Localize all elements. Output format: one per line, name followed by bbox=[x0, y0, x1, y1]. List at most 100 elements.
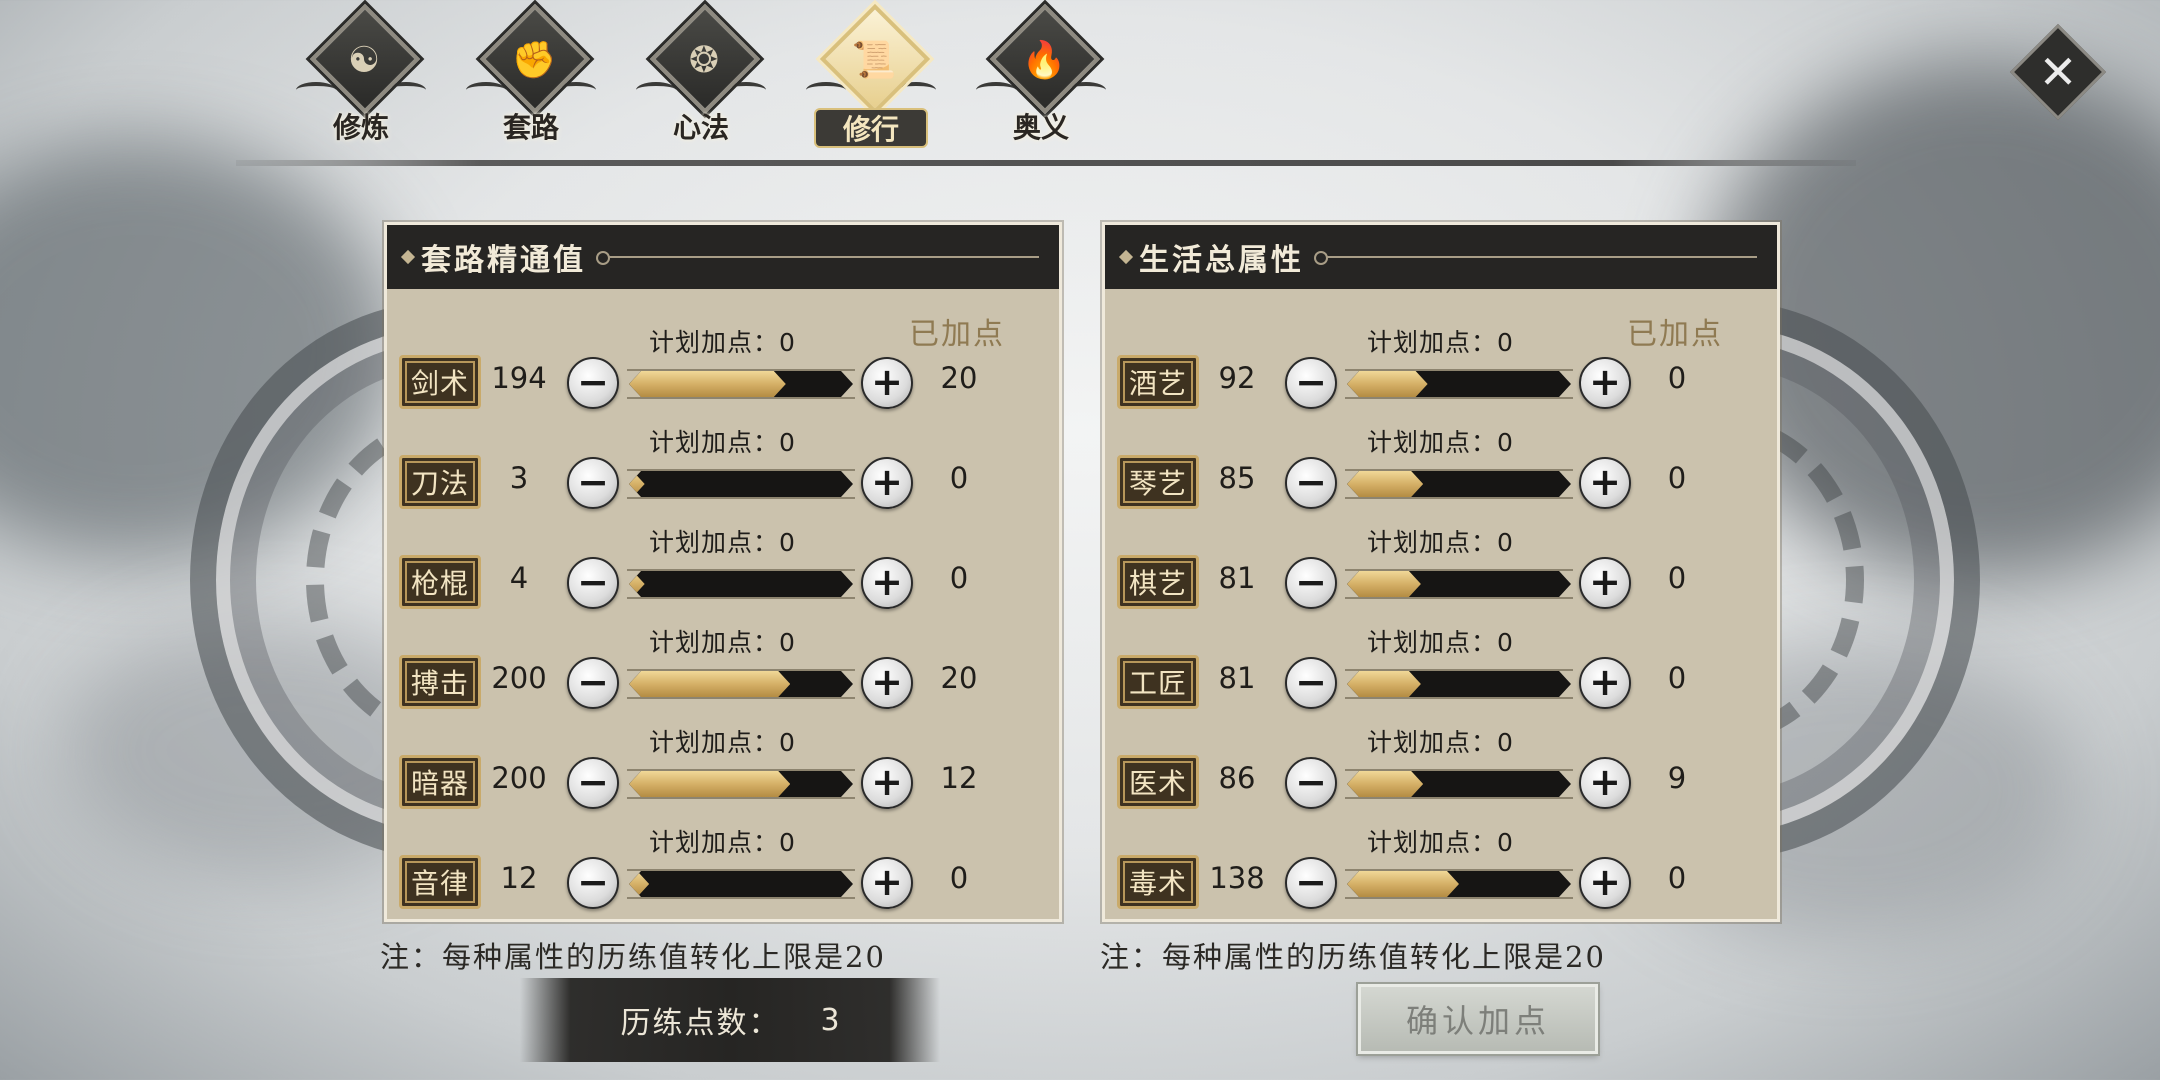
applied-points: 0 bbox=[1667, 861, 1687, 895]
increase-button[interactable]: + bbox=[1579, 457, 1631, 509]
stat-row: 计划加点：0 医术 86 − +9 bbox=[1105, 721, 1777, 821]
stat-slider[interactable] bbox=[629, 771, 853, 797]
planned-points-label: 计划加点：0 bbox=[649, 428, 796, 457]
stat-slider[interactable] bbox=[1347, 771, 1571, 797]
stat-value: 81 bbox=[1218, 561, 1256, 595]
stat-value: 81 bbox=[1218, 661, 1256, 695]
stat-name-tag: 琴艺 bbox=[1117, 455, 1199, 509]
confirm-button[interactable]: 确认加点 bbox=[1358, 984, 1598, 1054]
mastery-panel: 套路精通值 已加点 计划加点：0 剑术 194− +20 计划加点：0 刀法 3− +0 计划加… bbox=[384, 222, 1062, 922]
planned-points-label: 计划加点：0 bbox=[1367, 728, 1514, 757]
applied-points: 0 bbox=[1667, 461, 1687, 495]
increase-button[interactable]: + bbox=[1579, 357, 1631, 409]
decrease-button[interactable]: − bbox=[1285, 557, 1337, 609]
stat-slider[interactable] bbox=[629, 371, 853, 397]
stat-slider[interactable] bbox=[629, 571, 853, 597]
stat-value: 12 bbox=[500, 861, 538, 895]
decrease-button[interactable]: − bbox=[567, 457, 619, 509]
decrease-button[interactable]: − bbox=[1285, 357, 1337, 409]
stat-value: 4 bbox=[509, 561, 529, 595]
top-nav: ☯ 修炼 ✊ 套路 ❂ 心法 📜 修行 🔥 奥义 bbox=[290, 3, 1112, 152]
nav-divider bbox=[236, 160, 1856, 166]
decrease-button[interactable]: − bbox=[1285, 757, 1337, 809]
slider-fill bbox=[1347, 371, 1428, 397]
increase-button[interactable]: + bbox=[1579, 657, 1631, 709]
planned-points-label: 计划加点：0 bbox=[649, 528, 796, 557]
decrease-button[interactable]: − bbox=[1285, 457, 1337, 509]
planned-points-label: 计划加点：0 bbox=[1367, 628, 1514, 657]
tab-xinfa[interactable]: ❂ 心法 bbox=[630, 3, 772, 152]
applied-points: 12 bbox=[940, 761, 978, 795]
panel-header: 生活总属性 bbox=[1105, 225, 1777, 289]
tab-xiuxing[interactable]: 📜 修行 bbox=[800, 3, 942, 152]
stat-slider[interactable] bbox=[1347, 471, 1571, 497]
plus-icon: + bbox=[1589, 759, 1621, 804]
stat-row: 计划加点：0 工匠 81 − +0 bbox=[1105, 621, 1777, 721]
decrease-button[interactable]: − bbox=[567, 757, 619, 809]
stat-value: 85 bbox=[1218, 461, 1256, 495]
minus-icon: − bbox=[1295, 559, 1327, 604]
increase-button[interactable]: + bbox=[861, 457, 913, 509]
training-points-value: 3 bbox=[820, 1002, 840, 1038]
minus-icon: − bbox=[1295, 759, 1327, 804]
panel-header: 套路精通值 bbox=[387, 225, 1059, 289]
close-button[interactable]: ✕ bbox=[2009, 23, 2107, 121]
decrease-button[interactable]: − bbox=[1285, 657, 1337, 709]
minus-icon: − bbox=[1295, 659, 1327, 704]
stat-slider[interactable] bbox=[629, 671, 853, 697]
tab-taolu[interactable]: ✊ 套路 bbox=[460, 3, 602, 152]
minus-icon: − bbox=[577, 459, 609, 504]
stat-name-tag: 暗器 bbox=[399, 755, 481, 809]
applied-points: 0 bbox=[1667, 661, 1687, 695]
minus-icon: − bbox=[1295, 859, 1327, 904]
increase-button[interactable]: + bbox=[1579, 857, 1631, 909]
applied-points: 0 bbox=[1667, 561, 1687, 595]
plus-icon: + bbox=[1589, 859, 1621, 904]
stat-slider[interactable] bbox=[629, 471, 853, 497]
increase-button[interactable]: + bbox=[861, 357, 913, 409]
slider-fill bbox=[629, 771, 790, 797]
plus-icon: + bbox=[1589, 459, 1621, 504]
stat-value: 86 bbox=[1218, 761, 1256, 795]
increase-button[interactable]: + bbox=[861, 557, 913, 609]
stat-row: 计划加点：0 刀法 3 − +0 bbox=[387, 421, 1059, 521]
stat-value: 200 bbox=[491, 761, 547, 795]
stat-row: 计划加点：0 琴艺 85 − +0 bbox=[1105, 421, 1777, 521]
note-left: 注：每种属性的历练值转化上限是20 bbox=[380, 940, 886, 974]
applied-points: 0 bbox=[1667, 361, 1687, 395]
stat-slider[interactable] bbox=[1347, 371, 1571, 397]
increase-button[interactable]: + bbox=[1579, 757, 1631, 809]
stat-slider[interactable] bbox=[1347, 571, 1571, 597]
plus-icon: + bbox=[871, 859, 903, 904]
decrease-button[interactable]: − bbox=[567, 557, 619, 609]
decrease-button[interactable]: − bbox=[567, 657, 619, 709]
stat-slider[interactable] bbox=[629, 871, 853, 897]
tab-xiulian[interactable]: ☯ 修炼 bbox=[290, 3, 432, 152]
planned-points-label: 计划加点：0 bbox=[649, 628, 796, 657]
increase-button[interactable]: + bbox=[1579, 557, 1631, 609]
stat-value: 200 bbox=[491, 661, 547, 695]
stat-row: 计划加点：0 棋艺 81 − +0 bbox=[1105, 521, 1777, 621]
life-attributes-panel: 生活总属性 已加点 计划加点：0 酒艺 92− +0 计划加点：0 琴艺 85− +0 计划加点… bbox=[1102, 222, 1780, 922]
stat-name-tag: 医术 bbox=[1117, 755, 1199, 809]
decrease-button[interactable]: − bbox=[1285, 857, 1337, 909]
stat-slider[interactable] bbox=[1347, 671, 1571, 697]
tab-label: 心法 bbox=[672, 111, 729, 144]
tab-label: 修行 bbox=[814, 108, 928, 148]
plus-icon: + bbox=[1589, 659, 1621, 704]
decrease-button[interactable]: − bbox=[567, 357, 619, 409]
increase-button[interactable]: + bbox=[861, 857, 913, 909]
increase-button[interactable]: + bbox=[861, 657, 913, 709]
slider-fill bbox=[629, 471, 645, 497]
decrease-button[interactable]: − bbox=[567, 857, 619, 909]
tab-label: 修炼 bbox=[332, 111, 389, 144]
stat-row: 计划加点：0 音律 12 − +0 bbox=[387, 821, 1059, 921]
slider-fill bbox=[629, 571, 645, 597]
tab-aoyi[interactable]: 🔥 奥义 bbox=[970, 3, 1112, 152]
stat-slider[interactable] bbox=[1347, 871, 1571, 897]
minus-icon: − bbox=[577, 659, 609, 704]
increase-button[interactable]: + bbox=[861, 757, 913, 809]
planned-points-label: 计划加点：0 bbox=[649, 828, 796, 857]
slider-fill bbox=[1347, 471, 1423, 497]
plus-icon: + bbox=[1589, 559, 1621, 604]
